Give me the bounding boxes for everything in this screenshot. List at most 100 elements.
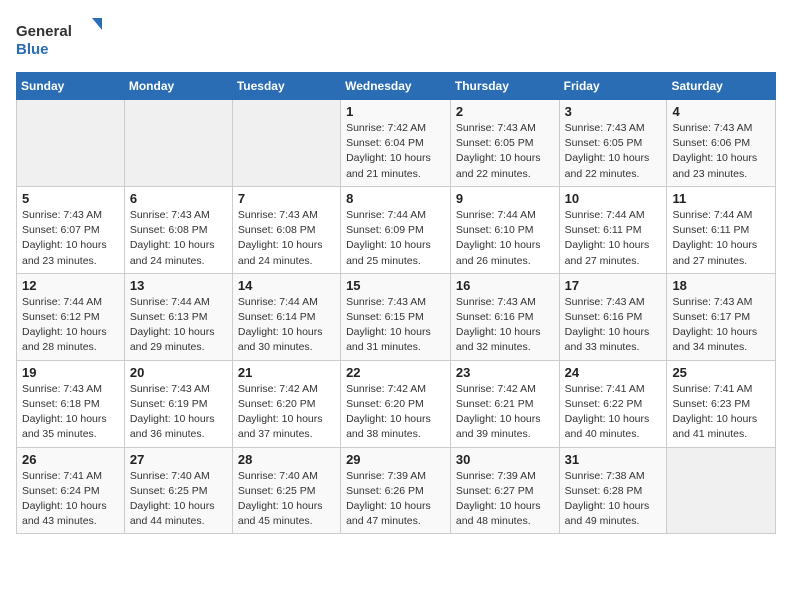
calendar-cell: 21 Sunrise: 7:42 AMSunset: 6:20 PMDayligh… (232, 360, 340, 447)
day-number: 26 (22, 452, 119, 467)
day-number: 19 (22, 365, 119, 380)
weekday-header-saturday: Saturday (667, 73, 776, 100)
calendar-cell (667, 447, 776, 534)
day-number: 9 (456, 191, 554, 206)
day-info: Sunrise: 7:43 AMSunset: 6:06 PMDaylight:… (672, 121, 770, 182)
calendar-cell: 25 Sunrise: 7:41 AMSunset: 6:23 PMDayligh… (667, 360, 776, 447)
week-row-1: 1 Sunrise: 7:42 AMSunset: 6:04 PMDaylight… (17, 100, 776, 187)
calendar-cell: 3 Sunrise: 7:43 AMSunset: 6:05 PMDaylight… (559, 100, 667, 187)
day-number: 10 (565, 191, 662, 206)
day-info: Sunrise: 7:39 AMSunset: 6:26 PMDaylight:… (346, 469, 445, 530)
calendar-cell: 9 Sunrise: 7:44 AMSunset: 6:10 PMDaylight… (450, 186, 559, 273)
week-row-5: 26 Sunrise: 7:41 AMSunset: 6:24 PMDayligh… (17, 447, 776, 534)
calendar-cell: 10 Sunrise: 7:44 AMSunset: 6:11 PMDayligh… (559, 186, 667, 273)
calendar-body: 1 Sunrise: 7:42 AMSunset: 6:04 PMDaylight… (17, 100, 776, 534)
svg-text:General: General (16, 23, 72, 40)
day-number: 24 (565, 365, 662, 380)
day-number: 20 (130, 365, 227, 380)
day-number: 12 (22, 278, 119, 293)
calendar-cell: 18 Sunrise: 7:43 AMSunset: 6:17 PMDayligh… (667, 273, 776, 360)
calendar-cell: 30 Sunrise: 7:39 AMSunset: 6:27 PMDayligh… (450, 447, 559, 534)
weekday-header-wednesday: Wednesday (341, 73, 451, 100)
calendar-cell: 13 Sunrise: 7:44 AMSunset: 6:13 PMDayligh… (124, 273, 232, 360)
day-info: Sunrise: 7:41 AMSunset: 6:22 PMDaylight:… (565, 382, 662, 443)
calendar-cell: 19 Sunrise: 7:43 AMSunset: 6:18 PMDayligh… (17, 360, 125, 447)
day-info: Sunrise: 7:42 AMSunset: 6:20 PMDaylight:… (346, 382, 445, 443)
day-number: 1 (346, 104, 445, 119)
day-number: 13 (130, 278, 227, 293)
calendar-cell: 12 Sunrise: 7:44 AMSunset: 6:12 PMDayligh… (17, 273, 125, 360)
day-info: Sunrise: 7:42 AMSunset: 6:21 PMDaylight:… (456, 382, 554, 443)
calendar-cell: 20Sunrise: 7:43 AMSunset: 6:19 PMDayligh… (124, 360, 232, 447)
day-info: Sunrise: 7:44 AMSunset: 6:14 PMDaylight:… (238, 295, 335, 356)
day-info: Sunrise: 7:43 AMSunset: 6:05 PMDaylight:… (456, 121, 554, 182)
calendar-cell: 17Sunrise: 7:43 AMSunset: 6:16 PMDayligh… (559, 273, 667, 360)
day-number: 31 (565, 452, 662, 467)
day-info: Sunrise: 7:39 AMSunset: 6:27 PMDaylight:… (456, 469, 554, 530)
page-header: General Blue (16, 16, 776, 60)
calendar-cell (232, 100, 340, 187)
calendar-cell: 26 Sunrise: 7:41 AMSunset: 6:24 PMDayligh… (17, 447, 125, 534)
day-number: 16 (456, 278, 554, 293)
day-number: 6 (130, 191, 227, 206)
day-info: Sunrise: 7:41 AMSunset: 6:24 PMDaylight:… (22, 469, 119, 530)
calendar-cell: 27Sunrise: 7:40 AMSunset: 6:25 PMDayligh… (124, 447, 232, 534)
day-number: 28 (238, 452, 335, 467)
calendar-cell: 8Sunrise: 7:44 AMSunset: 6:09 PMDaylight… (341, 186, 451, 273)
calendar-cell (124, 100, 232, 187)
day-info: Sunrise: 7:44 AMSunset: 6:13 PMDaylight:… (130, 295, 227, 356)
day-number: 22 (346, 365, 445, 380)
day-info: Sunrise: 7:42 AMSunset: 6:20 PMDaylight:… (238, 382, 335, 443)
day-info: Sunrise: 7:40 AMSunset: 6:25 PMDaylight:… (238, 469, 335, 530)
day-info: Sunrise: 7:43 AMSunset: 6:16 PMDaylight:… (456, 295, 554, 356)
weekday-header-sunday: Sunday (17, 73, 125, 100)
day-number: 21 (238, 365, 335, 380)
weekday-header-monday: Monday (124, 73, 232, 100)
calendar-cell: 28 Sunrise: 7:40 AMSunset: 6:25 PMDayligh… (232, 447, 340, 534)
calendar-header: SundayMondayTuesdayWednesdayThursdayFrid… (17, 73, 776, 100)
day-info: Sunrise: 7:43 AMSunset: 6:17 PMDaylight:… (672, 295, 770, 356)
day-info: Sunrise: 7:44 AMSunset: 6:11 PMDaylight:… (565, 208, 662, 269)
calendar-cell: 24 Sunrise: 7:41 AMSunset: 6:22 PMDayligh… (559, 360, 667, 447)
day-info: Sunrise: 7:43 AMSunset: 6:05 PMDaylight:… (565, 121, 662, 182)
day-info: Sunrise: 7:43 AMSunset: 6:08 PMDaylight:… (130, 208, 227, 269)
day-info: Sunrise: 7:43 AMSunset: 6:18 PMDaylight:… (22, 382, 119, 443)
day-number: 11 (672, 191, 770, 206)
day-number: 8 (346, 191, 445, 206)
day-number: 30 (456, 452, 554, 467)
calendar-cell: 29 Sunrise: 7:39 AMSunset: 6:26 PMDayligh… (341, 447, 451, 534)
day-number: 23 (456, 365, 554, 380)
day-info: Sunrise: 7:44 AMSunset: 6:10 PMDaylight:… (456, 208, 554, 269)
day-info: Sunrise: 7:38 AMSunset: 6:28 PMDaylight:… (565, 469, 662, 530)
day-number: 18 (672, 278, 770, 293)
weekday-header-tuesday: Tuesday (232, 73, 340, 100)
weekday-header-thursday: Thursday (450, 73, 559, 100)
week-row-3: 12 Sunrise: 7:44 AMSunset: 6:12 PMDayligh… (17, 273, 776, 360)
week-row-2: 5Sunrise: 7:43 AMSunset: 6:07 PMDaylight… (17, 186, 776, 273)
day-info: Sunrise: 7:43 AMSunset: 6:16 PMDaylight:… (565, 295, 662, 356)
calendar-cell: 7Sunrise: 7:43 AMSunset: 6:08 PMDaylight… (232, 186, 340, 273)
day-number: 14 (238, 278, 335, 293)
calendar-cell: 31 Sunrise: 7:38 AMSunset: 6:28 PMDayligh… (559, 447, 667, 534)
calendar-cell: 4Sunrise: 7:43 AMSunset: 6:06 PMDaylight… (667, 100, 776, 187)
calendar-cell: 16 Sunrise: 7:43 AMSunset: 6:16 PMDayligh… (450, 273, 559, 360)
calendar-cell: 5Sunrise: 7:43 AMSunset: 6:07 PMDaylight… (17, 186, 125, 273)
day-number: 29 (346, 452, 445, 467)
weekday-header-row: SundayMondayTuesdayWednesdayThursdayFrid… (17, 73, 776, 100)
calendar-cell: 11Sunrise: 7:44 AMSunset: 6:11 PMDayligh… (667, 186, 776, 273)
day-number: 7 (238, 191, 335, 206)
calendar-cell: 2 Sunrise: 7:43 AMSunset: 6:05 PMDaylight… (450, 100, 559, 187)
calendar-cell: 22 Sunrise: 7:42 AMSunset: 6:20 PMDayligh… (341, 360, 451, 447)
day-info: Sunrise: 7:41 AMSunset: 6:23 PMDaylight:… (672, 382, 770, 443)
calendar-cell: 14 Sunrise: 7:44 AMSunset: 6:14 PMDayligh… (232, 273, 340, 360)
day-info: Sunrise: 7:44 AMSunset: 6:12 PMDaylight:… (22, 295, 119, 356)
day-info: Sunrise: 7:43 AMSunset: 6:15 PMDaylight:… (346, 295, 445, 356)
day-number: 25 (672, 365, 770, 380)
day-number: 2 (456, 104, 554, 119)
day-number: 3 (565, 104, 662, 119)
day-info: Sunrise: 7:42 AMSunset: 6:04 PMDaylight:… (346, 121, 445, 182)
day-number: 15 (346, 278, 445, 293)
day-info: Sunrise: 7:43 AMSunset: 6:07 PMDaylight:… (22, 208, 119, 269)
day-number: 27 (130, 452, 227, 467)
calendar-table: SundayMondayTuesdayWednesdayThursdayFrid… (16, 72, 776, 534)
